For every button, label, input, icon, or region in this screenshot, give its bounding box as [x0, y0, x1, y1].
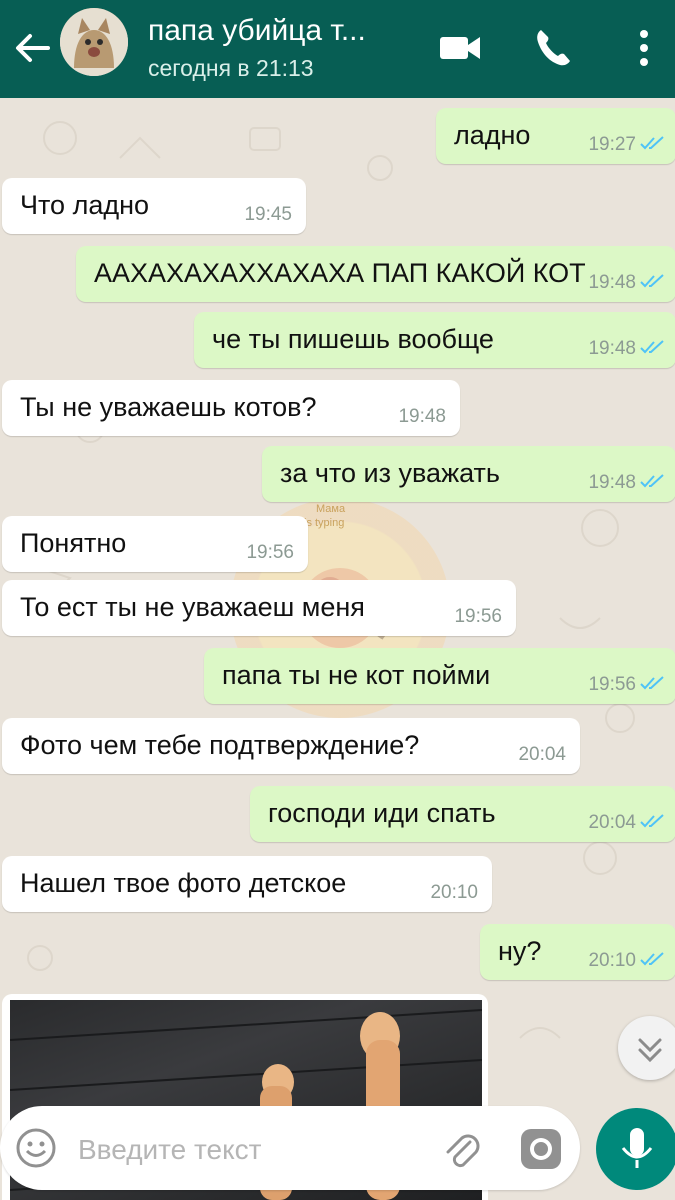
emoji-icon[interactable]	[14, 1126, 58, 1170]
outgoing-message[interactable]: папа ты не кот пойми 19:56	[204, 648, 675, 704]
outgoing-message[interactable]: ладно 19:27	[436, 108, 675, 164]
last-seen: сегодня в 21:13	[148, 55, 314, 81]
message-text: Что ладно	[20, 190, 150, 220]
message-input[interactable]: Введите текст	[78, 1134, 262, 1166]
outgoing-message[interactable]: за что из уважать 19:48	[262, 446, 675, 502]
double-check-icon	[640, 340, 666, 354]
message-text: Понятно	[20, 528, 127, 558]
message-text: за что из уважать	[280, 458, 500, 488]
message-time: 20:10	[430, 882, 478, 903]
double-check-icon	[640, 676, 666, 690]
message-text: ладно	[454, 120, 531, 150]
message-text: ААХАХАХАХХАХАХА ПАП КАКОЙ КОТ	[94, 258, 586, 288]
message-time: 19:48	[398, 406, 446, 427]
incoming-message[interactable]: Фото чем тебе подтверждение? 20:04	[2, 718, 580, 774]
message-time: 19:48	[588, 338, 636, 359]
message-text: господи иди спать	[268, 798, 496, 828]
message-time: 19:27	[588, 134, 636, 155]
outgoing-message[interactable]: ААХАХАХАХХАХАХА ПАП КАКОЙ КОТ 19:48	[76, 246, 675, 302]
message-time: 19:45	[244, 204, 292, 225]
double-check-icon	[640, 814, 666, 828]
message-text: Ты не уважаешь котов?	[20, 392, 317, 422]
message-time: 20:04	[518, 744, 566, 765]
mic-icon	[621, 1128, 653, 1168]
video-call-icon[interactable]	[436, 24, 484, 72]
message-text: То ест ты не уважаеш меня	[20, 592, 365, 622]
message-time: 20:04	[588, 812, 636, 833]
outgoing-message[interactable]: господи иди спать 20:04	[250, 786, 675, 842]
scroll-down-button[interactable]	[618, 1016, 675, 1080]
chat-title[interactable]: папа убийца т...	[148, 14, 366, 48]
incoming-message[interactable]: Ты не уважаешь котов? 19:48	[2, 380, 460, 436]
message-time: 20:10	[588, 950, 636, 971]
avatar[interactable]	[60, 8, 128, 76]
incoming-message[interactable]: Нашел твое фото детское 20:10	[2, 856, 492, 912]
message-text: Фото чем тебе подтверждение?	[20, 730, 420, 760]
double-check-icon	[640, 952, 666, 966]
message-time: 19:56	[588, 674, 636, 695]
message-time: 19:56	[454, 606, 502, 627]
message-time: 19:48	[588, 272, 636, 293]
phone-icon[interactable]	[528, 24, 576, 72]
double-check-icon	[640, 136, 666, 150]
message-time: 19:48	[588, 472, 636, 493]
camera-icon[interactable]	[518, 1126, 564, 1172]
message-text: ну?	[498, 936, 542, 966]
double-check-icon	[640, 274, 666, 288]
watermark-text-bottom: is typing	[304, 517, 344, 529]
message-time: 19:56	[246, 542, 294, 563]
more-vertical-icon[interactable]	[624, 24, 664, 72]
back-arrow-icon[interactable]	[10, 26, 54, 70]
double-check-icon	[640, 474, 666, 488]
message-text: че ты пишешь вообще	[212, 324, 494, 354]
incoming-message[interactable]: Что ладно 19:45	[2, 178, 306, 234]
outgoing-message[interactable]: ну? 20:10	[480, 924, 675, 980]
chevron-double-down-icon	[638, 1038, 662, 1063]
chat-header: папа убийца т... сегодня в 21:13	[0, 0, 675, 98]
incoming-message[interactable]: Понятно 19:56	[2, 516, 308, 572]
watermark-text-top: Мама	[316, 503, 346, 515]
incoming-message[interactable]: То ест ты не уважаеш меня 19:56	[2, 580, 516, 636]
outgoing-message[interactable]: че ты пишешь вообще 19:48	[194, 312, 675, 368]
message-text: Нашел твое фото детское	[20, 868, 347, 898]
message-composer[interactable]: Введите текст	[0, 1106, 580, 1190]
message-text: папа ты не кот пойми	[222, 660, 491, 690]
voice-record-button[interactable]	[596, 1108, 675, 1190]
attach-icon[interactable]	[440, 1128, 484, 1172]
chat-area[interactable]: Мама is typing ладно 19:27 Что ладно 19:45 А…	[0, 98, 675, 1200]
